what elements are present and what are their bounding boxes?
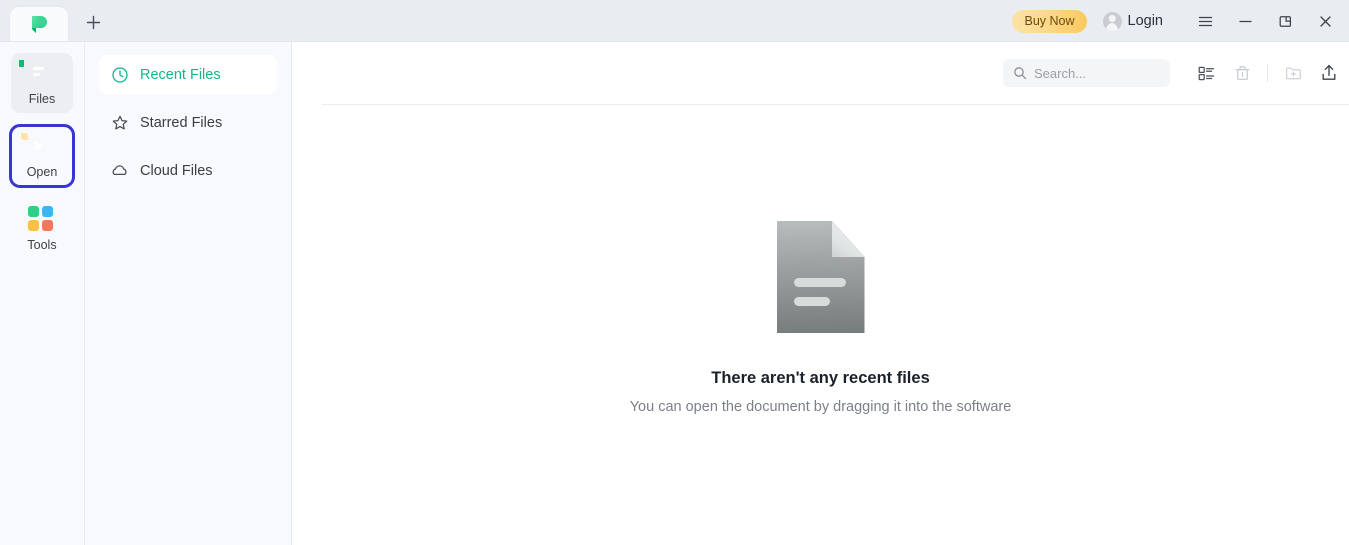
avatar [1102,11,1122,31]
file-nav-panel: Recent Files Starred Files Cloud Files [85,42,292,545]
empty-state-subtitle: You can open the document by dragging it… [629,399,1012,415]
app-logo-green-p-icon [27,12,51,36]
login-label: Login [1127,13,1163,29]
nav-item-recent-files-label: Recent Files [140,66,221,83]
title-bar: Buy Now Login [0,0,1349,42]
restore-icon[interactable] [1265,0,1305,42]
close-icon[interactable] [1305,0,1349,42]
tab-strip [0,0,110,41]
sidebar-item-open-label: Open [26,165,58,180]
sidebar-item-tools[interactable]: Tools [11,199,73,259]
nav-item-recent-files[interactable]: Recent Files [99,55,277,94]
sidebar-item-tools-label: Tools [27,238,57,253]
open-file-icon [21,133,56,161]
document-tab[interactable] [10,7,68,41]
tools-grid-icon [28,206,56,234]
upload-icon[interactable] [1311,56,1347,90]
toolbar-divider [1267,64,1268,82]
nav-item-starred-files-label: Starred Files [140,114,223,131]
login-button[interactable]: Login [1102,11,1163,31]
sidebar-item-open[interactable]: Open [9,124,75,188]
nav-item-cloud-files-label: Cloud Files [140,162,213,179]
main-body: Files Open Tools Recent Files Starred Fi… [0,42,1349,545]
sidebar-item-files-label: Files [28,92,56,107]
trash-icon[interactable] [1224,56,1260,90]
clock-icon [111,66,129,84]
search-box[interactable] [1003,59,1170,87]
empty-state: There aren't any recent files You can op… [292,105,1349,545]
sidebar-item-files[interactable]: Files [11,53,73,113]
minimize-icon[interactable] [1225,0,1265,42]
empty-state-title: There aren't any recent files [711,369,930,387]
new-folder-icon[interactable] [1275,56,1311,90]
nav-item-cloud-files[interactable]: Cloud Files [99,151,277,190]
list-view-icon[interactable] [1188,56,1224,90]
left-rail: Files Open Tools [0,42,85,545]
nav-item-starred-files[interactable]: Starred Files [99,103,277,142]
main-content: There aren't any recent files You can op… [292,42,1349,545]
cloud-icon [111,162,129,180]
star-icon [111,114,129,132]
empty-document-icon [776,221,865,333]
files-icon [19,60,56,88]
buy-now-button[interactable]: Buy Now [1012,9,1087,33]
application-window: Buy Now Login Files Open Tools Recent Fi… [0,0,1349,545]
window-controls: Buy Now Login [1012,0,1349,42]
hamburger-menu-icon[interactable] [1185,0,1225,42]
new-tab-button[interactable] [76,5,110,39]
search-icon [1013,66,1027,80]
content-toolbar [292,42,1349,104]
search-input[interactable] [1034,65,1160,81]
